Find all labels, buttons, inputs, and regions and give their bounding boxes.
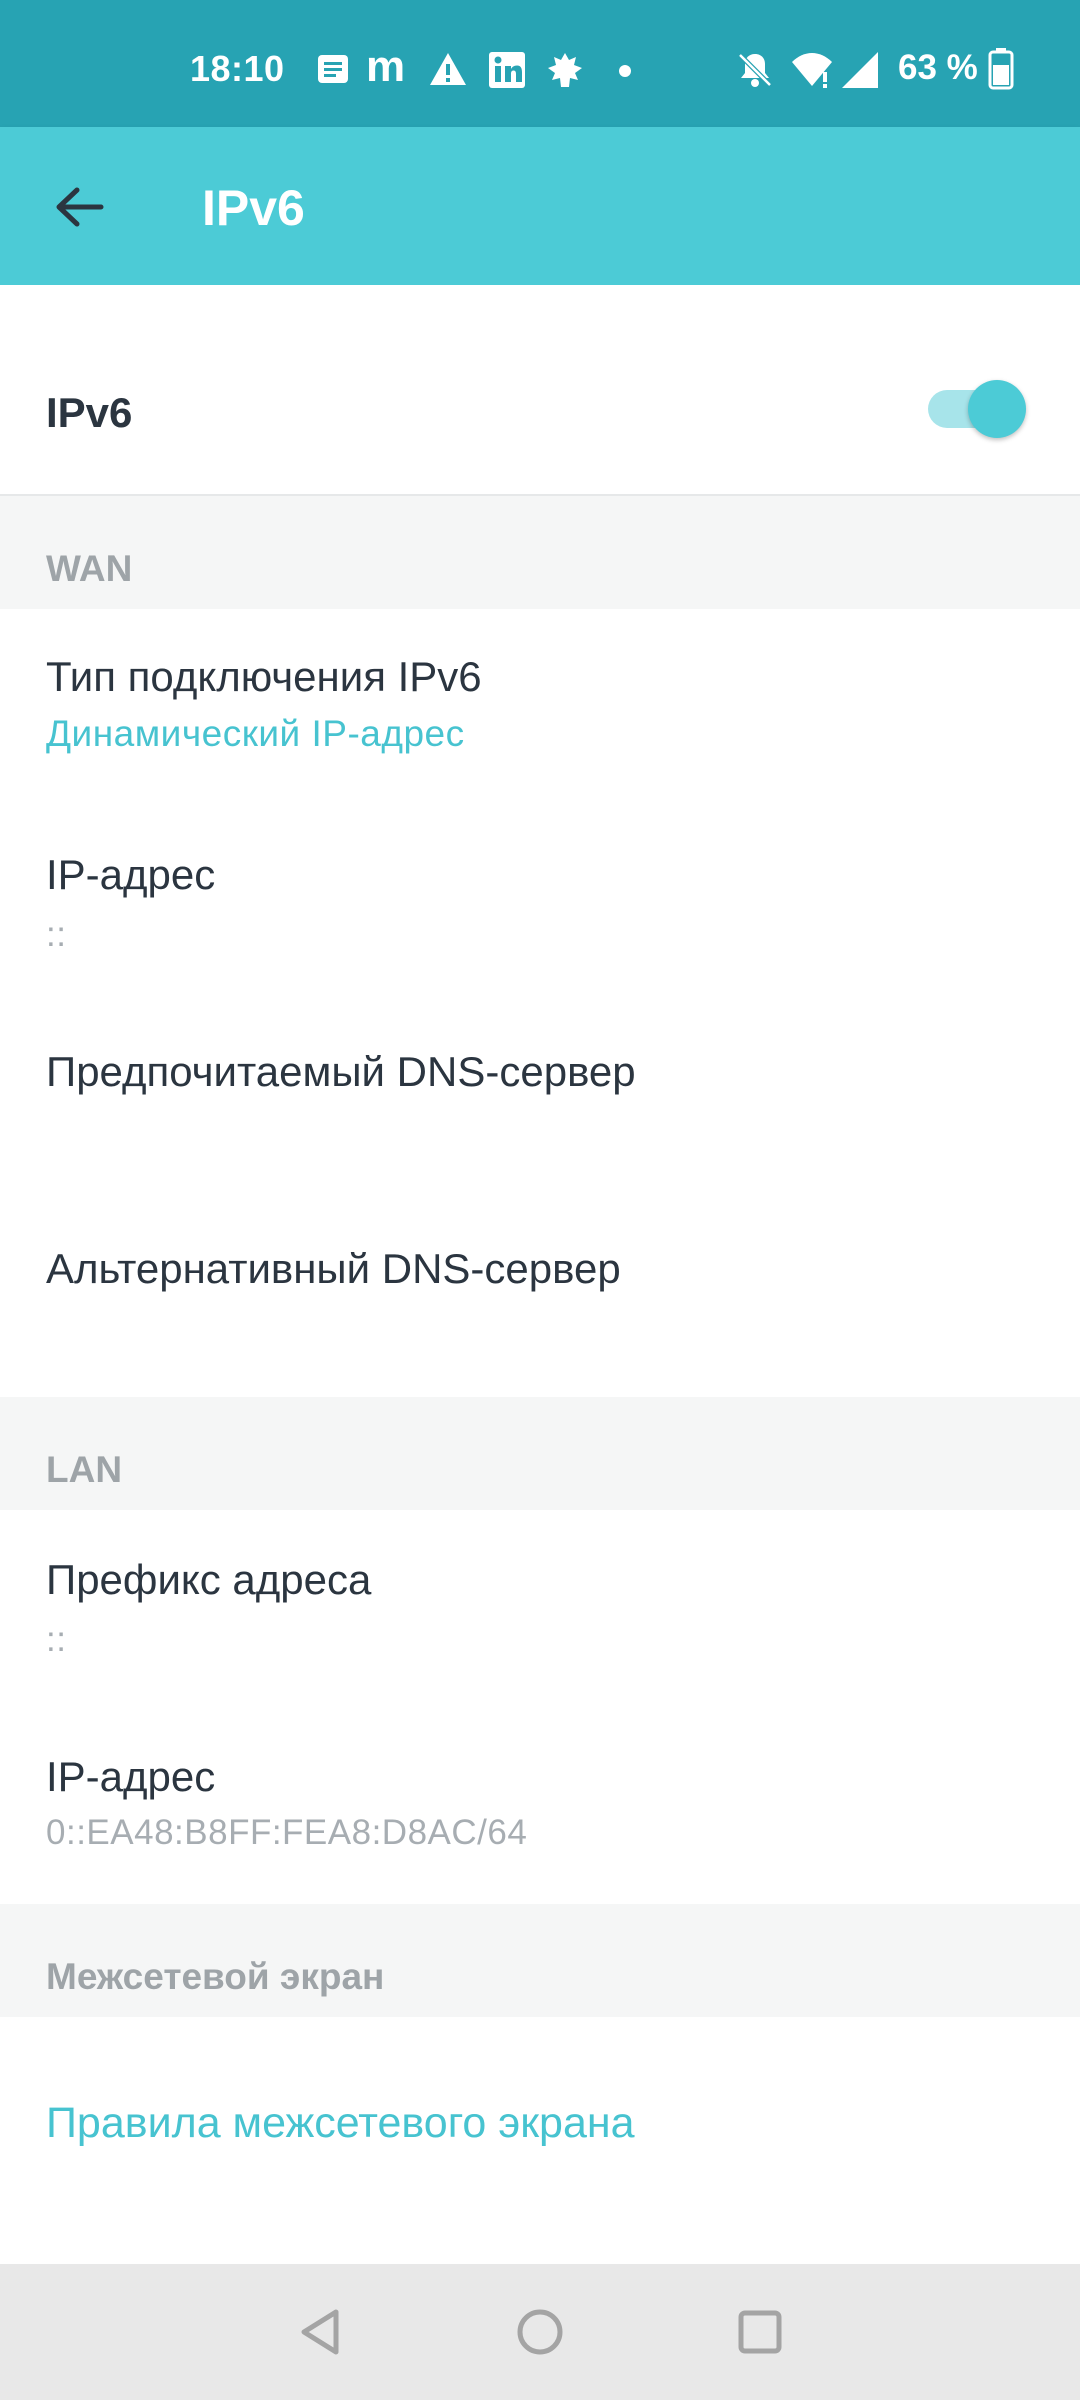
- wan-ip-value: ::: [46, 915, 67, 954]
- notes-icon: [314, 50, 352, 93]
- leaf-icon: [545, 50, 585, 95]
- bell-off-icon: [735, 50, 775, 95]
- warning-icon: [428, 50, 468, 93]
- connection-type-value: Динамический IP-адрес: [46, 713, 465, 754]
- signal-icon: [840, 50, 880, 95]
- wan-ip-row: IP-адрес ::: [0, 805, 1080, 1002]
- section-header-wan: WAN: [0, 496, 1080, 609]
- ipv6-toggle-label: IPv6: [46, 389, 133, 436]
- system-nav-bar: [0, 2264, 1080, 2400]
- page-title: IPv6: [202, 180, 305, 236]
- lan-ip-row: IP-адрес 0::EA48:B8FF:FEA8:D8AC/64: [0, 1707, 1080, 1904]
- linkedin-icon: [487, 50, 527, 95]
- firewall-rules-link[interactable]: Правила межсетевого экрана: [46, 2099, 635, 2148]
- nav-back-button[interactable]: [290, 2300, 354, 2364]
- section-header-firewall: Межсетевой экран: [0, 1904, 1080, 2017]
- nav-home-button[interactable]: [508, 2300, 572, 2364]
- battery-percent: 63 %: [898, 48, 978, 87]
- back-triangle-icon: [301, 2309, 339, 2355]
- lan-ip-title: IP-адрес: [46, 1753, 216, 1800]
- nav-recents-button[interactable]: [728, 2300, 792, 2364]
- alternate-dns-row: Альтернативный DNS-сервер: [0, 1199, 1080, 1396]
- back-button[interactable]: [30, 167, 128, 247]
- dot-icon: [619, 64, 631, 82]
- app-bar: IPv6: [0, 127, 1080, 285]
- lan-ip-value: 0::EA48:B8FF:FEA8:D8AC/64: [46, 1813, 528, 1852]
- arrow-left-icon: [56, 187, 104, 227]
- section-label: LAN: [46, 1449, 123, 1490]
- switch-thumb: [968, 380, 1026, 438]
- preferred-dns-title: Предпочитаемый DNS-сервер: [46, 1048, 636, 1095]
- m-app-icon: m: [366, 42, 406, 91]
- connection-type-title: Тип подключения IPv6: [46, 653, 482, 700]
- alternate-dns-title: Альтернативный DNS-сервер: [46, 1245, 621, 1292]
- section-header-lan: LAN: [0, 1397, 1080, 1510]
- section-label: WAN: [46, 548, 133, 589]
- battery-icon: [988, 48, 1014, 95]
- status-bar: 18:10 m 63 %: [0, 0, 1080, 127]
- lan-prefix-title: Префикс адреса: [46, 1556, 372, 1603]
- connection-type-row[interactable]: Тип подключения IPv6 Динамический IP-адр…: [0, 609, 1080, 805]
- lan-prefix-value: ::: [46, 1620, 67, 1659]
- wifi-icon: [790, 50, 834, 95]
- preferred-dns-row: Предпочитаемый DNS-сервер: [0, 1002, 1080, 1199]
- lan-prefix-row: Префикс адреса ::: [0, 1510, 1080, 1707]
- recents-square-icon: [738, 2310, 782, 2354]
- status-time: 18:10: [190, 48, 285, 89]
- section-label: Межсетевой экран: [46, 1956, 385, 1997]
- wan-ip-title: IP-адрес: [46, 851, 216, 898]
- ipv6-switch[interactable]: [928, 380, 1028, 440]
- ipv6-toggle-row[interactable]: IPv6: [0, 285, 1080, 495]
- home-circle-icon: [517, 2309, 563, 2355]
- firewall-rules-row[interactable]: Правила межсетевого экрана: [0, 2017, 1080, 2264]
